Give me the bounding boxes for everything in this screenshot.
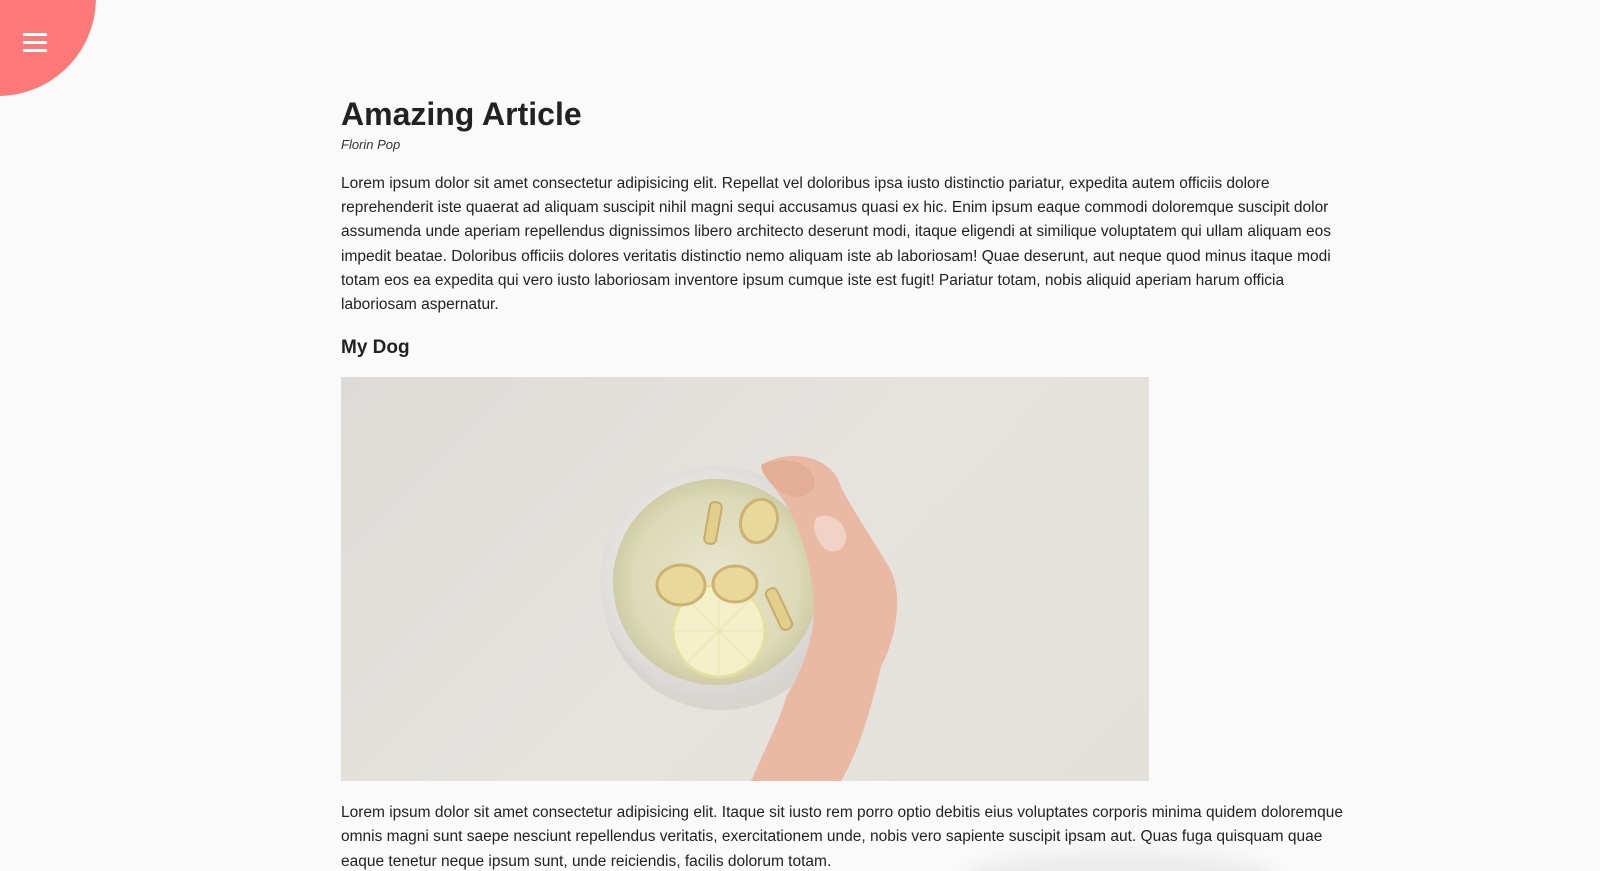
article-image bbox=[341, 377, 1149, 782]
menu-toggle-button[interactable] bbox=[0, 0, 96, 96]
article-subheading: My Dog bbox=[341, 337, 410, 359]
article: Amazing Article Florin Pop Lorem ipsum d… bbox=[341, 92, 1351, 871]
hamburger-menu-icon bbox=[23, 33, 47, 53]
article-paragraph-1: Lorem ipsum dolor sit amet consectetur a… bbox=[341, 175, 1331, 314]
article-title: Amazing Article bbox=[341, 96, 582, 132]
article-author: Florin Pop bbox=[341, 137, 401, 152]
page: Amazing Article Florin Pop Lorem ipsum d… bbox=[0, 0, 1600, 871]
